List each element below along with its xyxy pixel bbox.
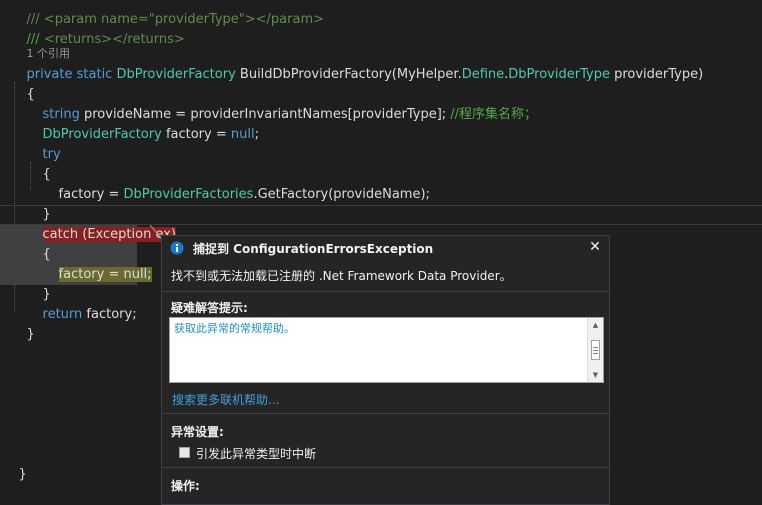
code-line-try[interactable]: try: [26, 125, 61, 162]
keyword-static: static: [76, 67, 113, 82]
exception-settings-title: 异常设置:: [171, 425, 224, 439]
keyword-null: null: [230, 127, 255, 142]
codelens-references[interactable]: 1 个引用: [10, 27, 71, 60]
type-define: Define: [461, 67, 505, 82]
code-line-factory-decl[interactable]: DbProviderFactory factory = null;: [26, 105, 259, 142]
code-text: factory =: [58, 187, 124, 202]
return-type: DbProviderFactory: [116, 67, 236, 82]
separator: [162, 291, 609, 292]
code-text: factory;: [82, 307, 137, 322]
tips-scrollbar[interactable]: ▲ ▼: [587, 318, 603, 382]
code-line-getfactory[interactable]: factory = DbProviderFactories.GetFactory…: [42, 165, 430, 202]
scroll-thumb[interactable]: [591, 340, 600, 360]
search-online-help-link[interactable]: 搜索更多联机帮助...: [172, 391, 279, 408]
semicolon: ;: [254, 127, 259, 142]
separator: [162, 467, 609, 468]
troubleshooting-tips-list[interactable]: 获取此异常的常规帮助。 ▲ ▼: [169, 317, 604, 383]
code-line-catch-close[interactable]: }: [26, 265, 51, 302]
separator: [162, 413, 609, 414]
popup-header: 捕捉到 ConfigurationErrorsException ✕: [162, 236, 609, 260]
close-icon[interactable]: ✕: [587, 238, 603, 256]
code-line-catch-stmt[interactable]: factory = null;: [42, 245, 152, 282]
code-line-catch[interactable]: catch (Exception ex): [26, 205, 176, 242]
break-on-exception-checkbox[interactable]: [179, 447, 190, 458]
code-line-try-open[interactable]: {: [26, 145, 51, 182]
method-call: .GetFactory(provideName);: [253, 187, 430, 202]
troubleshooting-tips-title: 疑难解答提示:: [171, 301, 248, 315]
popup-title: 捕捉到 ConfigurationErrorsException: [193, 242, 434, 256]
grip-line: [593, 350, 598, 351]
param-type: DbProviderType: [508, 67, 610, 82]
code-line-method-close[interactable]: }: [10, 305, 35, 342]
code-line-string-decl[interactable]: string provideName = providerInvariantNa…: [26, 85, 538, 122]
grip-line: [593, 347, 598, 348]
code-line-signature[interactable]: private static DbProviderFactory BuildDb…: [10, 45, 704, 82]
exception-helper-popup: 捕捉到 ConfigurationErrorsException ✕ 找不到或无…: [161, 235, 610, 505]
param-name: providerType): [609, 67, 704, 82]
info-icon: [170, 241, 184, 255]
catch-statement-highlight: factory = null;: [58, 267, 152, 282]
code-line-return[interactable]: return factory;: [26, 285, 137, 322]
scroll-up-arrow-icon[interactable]: ▲: [588, 318, 603, 332]
code-line-brace-open[interactable]: {: [10, 65, 35, 102]
brace: }: [26, 327, 35, 342]
code-line-catch-open[interactable]: {: [26, 225, 51, 262]
actions-title: 操作:: [171, 479, 200, 493]
exception-message: 找不到或无法加载已注册的 .Net Framework Data Provide…: [171, 269, 512, 283]
keyword-return: return: [42, 307, 83, 322]
scroll-down-arrow-icon[interactable]: ▼: [588, 368, 603, 382]
inline-comment: //程序集名称；: [446, 107, 538, 122]
grip-line: [593, 353, 598, 354]
code-text: factory =: [161, 127, 231, 142]
brace: }: [18, 467, 27, 482]
type-dbproviderfactories: DbProviderFactories: [123, 187, 254, 202]
general-help-link[interactable]: 获取此异常的常规帮助。: [174, 320, 295, 336]
code-line-try-close[interactable]: }: [26, 185, 51, 222]
code-line-doc-param[interactable]: /// <param name="providerType"></param>: [10, 0, 324, 27]
method-name: BuildDbProviderFactory(MyHelper.: [239, 67, 462, 82]
code-line-class-close[interactable]: }: [2, 445, 27, 482]
break-on-exception-label[interactable]: 引发此异常类型时中断: [196, 445, 316, 462]
